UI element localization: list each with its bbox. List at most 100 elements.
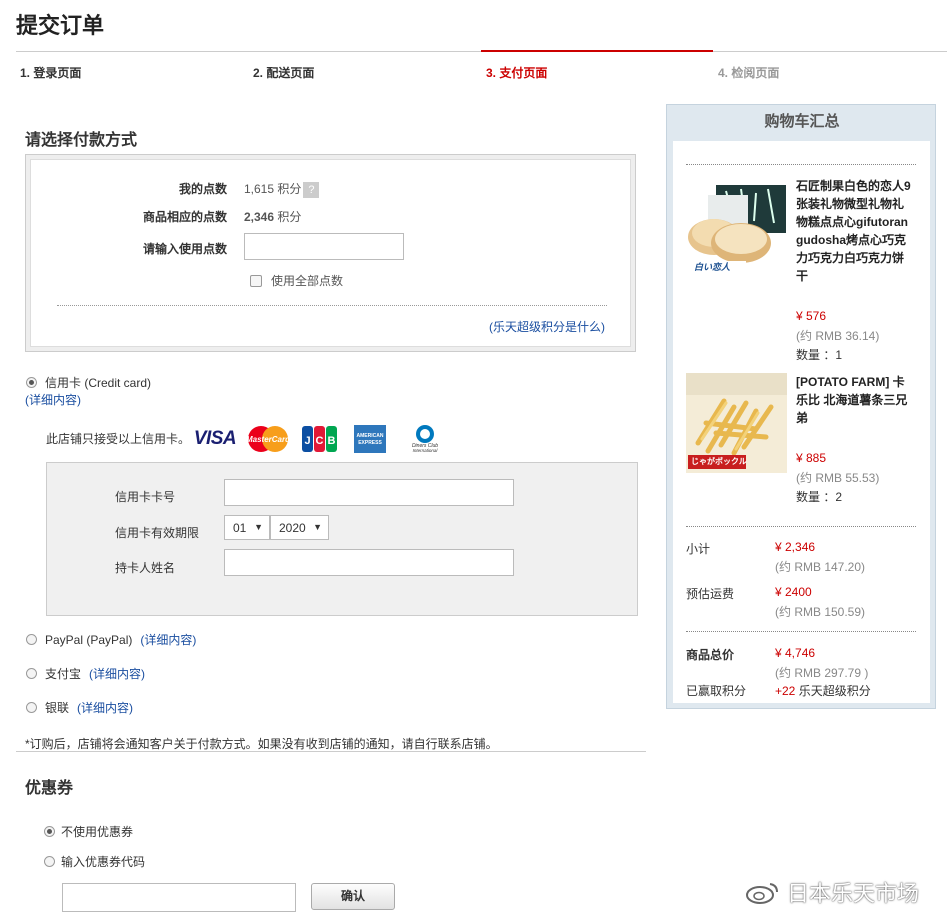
product-points-label: 商品相应的点数: [142, 210, 227, 224]
card-number-input[interactable]: [224, 479, 514, 506]
product-price: ¥ 885: [796, 451, 827, 465]
step-login[interactable]: 1. 登录页面: [20, 64, 81, 81]
product-image-potato-farm[interactable]: じゃがポックル: [686, 373, 787, 473]
use-points-label: 请输入使用点数: [142, 242, 227, 256]
enter-coupon-label: 输入优惠券代码: [61, 855, 146, 869]
accepted-cards-text: 此店铺只接受以上信用卡。: [46, 432, 191, 446]
active-step-indicator: [481, 50, 713, 52]
paypal-radio[interactable]: [26, 634, 37, 645]
subtotal-label: 小计: [686, 542, 711, 556]
earned-points-label: 已赢取积分: [686, 684, 747, 698]
step-payment: 3. 支付页面: [486, 66, 548, 80]
svg-text:MasterCard: MasterCard: [246, 435, 291, 444]
shipping-rmb: (约 RMB 150.59): [775, 605, 866, 619]
unionpay-details-link[interactable]: (详细内容): [77, 699, 133, 716]
total-label: 商品总价: [686, 648, 735, 662]
my-points-label: 我的点数: [178, 182, 227, 196]
enter-coupon-radio[interactable]: [44, 856, 55, 867]
credit-card-form: 信用卡卡号 信用卡有效期限 01 ▼ 2020 ▼ 持卡人姓名: [46, 462, 638, 616]
no-coupon-radio[interactable]: [44, 826, 55, 837]
alipay-label: 支付宝: [45, 667, 82, 681]
product-points-value: 2,346 积分: [244, 210, 302, 224]
product-price-rmb: (约 RMB 36.14): [796, 329, 880, 343]
product-image-shiroi-koibito[interactable]: 白い恋人: [686, 181, 787, 276]
step-shipping[interactable]: 2. 配送页面: [253, 64, 314, 81]
paypal-details-link[interactable]: (详细内容): [140, 631, 196, 648]
chevron-down-icon: ▼: [313, 522, 322, 532]
diners-club-logo: Diners Club International: [405, 423, 445, 453]
shipping-value: ¥ 2400: [775, 585, 812, 599]
paypal-option[interactable]: PayPal (PayPal) (详细内容): [26, 631, 196, 648]
credit-card-details-link[interactable]: (详细内容): [25, 391, 81, 408]
svg-text:J: J: [304, 435, 310, 447]
use-points-input[interactable]: [244, 233, 404, 260]
help-icon[interactable]: ?: [303, 181, 320, 198]
coupon-section-title: 优惠券: [25, 780, 74, 797]
credit-card-radio[interactable]: [26, 377, 37, 388]
payment-notice: *订购后，店铺将会通知客户关于付款方式。如果没有收到店铺的通知，请自行联系店铺。: [25, 737, 498, 751]
cardholder-name-input[interactable]: [224, 549, 514, 576]
visa-logo: VISA: [193, 428, 237, 449]
credit-card-label: 信用卡 (Credit card): [45, 376, 152, 390]
no-coupon-label: 不使用优惠券: [61, 825, 134, 839]
product-name-link[interactable]: 石匠制果白色的恋人9张装礼物微型礼物礼物糕点点心gifutorangudosha…: [796, 177, 914, 285]
my-points-value: 1,615 积分?: [244, 180, 320, 198]
confirm-coupon-button[interactable]: 确认: [311, 883, 395, 910]
svg-text:International: International: [413, 448, 439, 453]
expiry-year-select[interactable]: 2020 ▼: [270, 515, 329, 540]
total-value: ¥ 4,746: [775, 646, 816, 660]
svg-text:AMERICAN: AMERICAN: [357, 433, 384, 439]
alipay-option[interactable]: 支付宝 (详细内容): [26, 665, 145, 682]
product-price-rmb: (约 RMB 55.53): [796, 471, 880, 485]
cart-summary-panel: 购物车汇总 白い恋人 石匠制果白色的恋人9张装礼物微型礼物礼物糕点点心gifut…: [666, 104, 936, 709]
section-divider: [16, 751, 646, 752]
watermark: 日本乐天市场: [745, 876, 919, 908]
divider: [57, 305, 607, 306]
no-coupon-option[interactable]: 不使用优惠券: [44, 823, 133, 840]
mastercard-logo: MasterCard: [245, 425, 291, 453]
product-price: ¥ 576: [796, 309, 827, 323]
unionpay-radio[interactable]: [26, 702, 37, 713]
svg-text:B: B: [328, 435, 336, 447]
points-info-link[interactable]: (乐天超级积分是什么): [489, 318, 605, 335]
alipay-details-link[interactable]: (详细内容): [89, 665, 145, 682]
product-quantity: 数量 ：2: [796, 490, 843, 504]
unionpay-option[interactable]: 银联 (详细内容): [26, 699, 133, 716]
cardholder-name-label: 持卡人姓名: [115, 561, 176, 575]
paypal-label: PayPal (PayPal): [45, 632, 133, 647]
chevron-down-icon: ▼: [254, 522, 263, 532]
divider: [686, 631, 916, 632]
product-image-caption: じゃがポックル: [691, 457, 747, 466]
amex-logo: AMERICAN EXPRESS: [354, 425, 386, 453]
weibo-icon: [746, 883, 778, 904]
divider: [686, 164, 916, 165]
svg-text:EXPRESS: EXPRESS: [358, 440, 382, 446]
earned-points-value: +22 乐天超级积分: [775, 684, 871, 698]
use-all-points-label: 使用全部点数: [271, 274, 344, 288]
jcb-logo: J C B: [301, 425, 339, 453]
svg-text:C: C: [316, 435, 324, 447]
expiry-month-select[interactable]: 01 ▼: [224, 515, 270, 540]
credit-card-option[interactable]: 信用卡 (Credit card): [26, 374, 151, 391]
subtotal-rmb: (约 RMB 147.20): [775, 560, 866, 574]
unionpay-label: 银联: [45, 701, 70, 715]
use-all-points-checkbox[interactable]: [250, 274, 262, 287]
cart-summary-title: 购物车汇总: [764, 113, 840, 130]
total-rmb: (约 RMB 297.79 ): [775, 666, 869, 680]
step-review: 4. 检阅页面: [718, 66, 780, 80]
product-image-caption: 白い恋人: [694, 262, 731, 272]
card-number-label: 信用卡卡号: [115, 490, 176, 504]
payment-section-title: 请选择付款方式: [25, 132, 138, 149]
subtotal-value: ¥ 2,346: [775, 540, 816, 554]
product-name-link[interactable]: [POTATO FARM] 卡乐比 北海道薯条三兄弟: [796, 373, 914, 427]
points-panel: 我的点数 1,615 积分? 商品相应的点数 2,346 积分 请输入使用点数 …: [25, 154, 636, 352]
card-expiry-label: 信用卡有效期限: [115, 526, 200, 540]
use-all-points-option[interactable]: 使用全部点数: [250, 272, 343, 289]
alipay-radio[interactable]: [26, 668, 37, 679]
shipping-label: 预估运费: [686, 587, 735, 601]
coupon-code-input[interactable]: [62, 883, 296, 912]
divider: [686, 526, 916, 527]
page-title: 提交订单: [16, 13, 105, 38]
product-quantity: 数量 ：1: [796, 348, 843, 362]
enter-coupon-option[interactable]: 输入优惠券代码: [44, 853, 145, 870]
